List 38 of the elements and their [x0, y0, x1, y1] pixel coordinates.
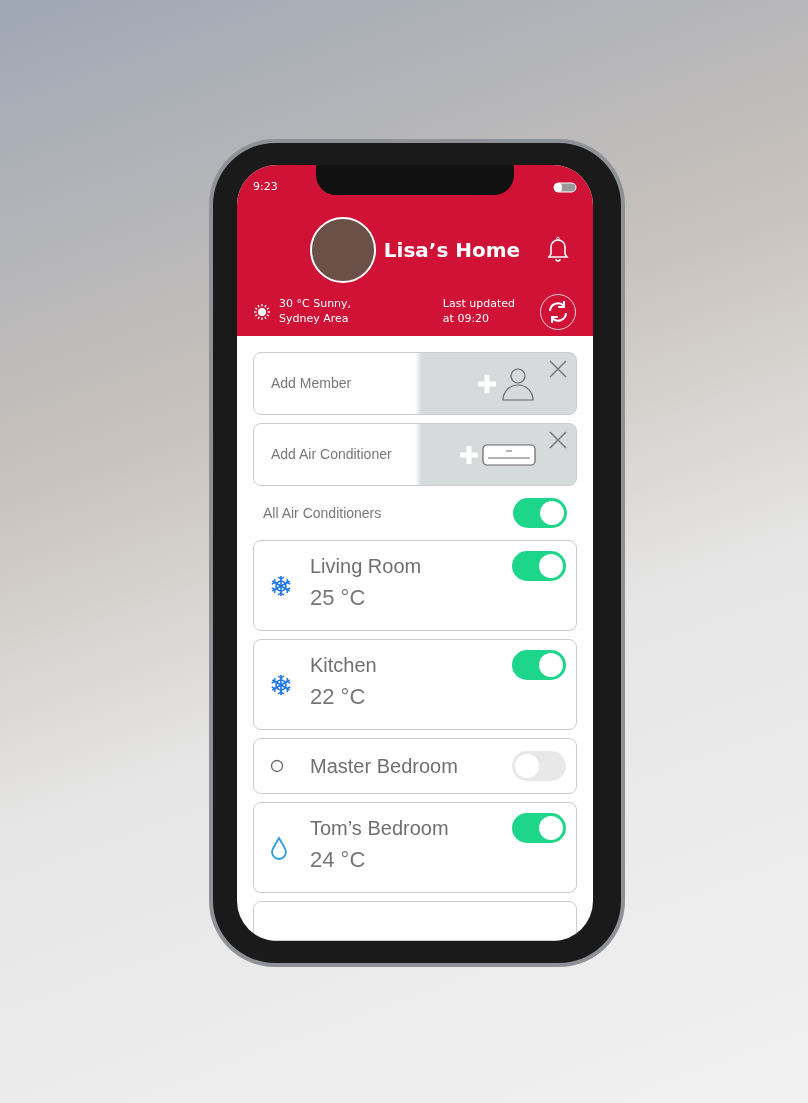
close-icon[interactable]: [548, 359, 568, 379]
room-temperature: 24 °C: [310, 846, 367, 874]
snowflake-icon: [270, 673, 292, 696]
sun-icon: [253, 303, 271, 321]
room-card[interactable]: Tom’s Bedroom 24 °C: [253, 802, 577, 893]
person-icon: [500, 365, 536, 402]
room-name: Tom’s Bedroom: [310, 816, 449, 841]
plus-icon: [458, 443, 480, 466]
add-card-label: Add Member: [271, 374, 353, 393]
room-card[interactable]: Living Room 25 °C: [253, 540, 577, 631]
room-name: Kitchen: [310, 653, 377, 678]
refresh-icon[interactable]: [539, 293, 577, 331]
toggle-switch[interactable]: [513, 498, 567, 528]
last-updated-text: Last updated at 09:20: [442, 297, 515, 327]
room-name: Master Bedroom: [310, 754, 458, 779]
bell-icon[interactable]: [545, 235, 571, 263]
close-icon[interactable]: [548, 430, 568, 450]
home-title: Lisa’s Home: [383, 237, 521, 264]
water-drop-icon: [270, 835, 288, 860]
clock-time: 9:23: [253, 178, 278, 195]
room-temperature: 25 °C: [310, 584, 367, 612]
air-conditioner-icon: [482, 442, 536, 467]
add-card[interactable]: Add Air Conditioner: [253, 423, 577, 486]
room-name: Living Room: [310, 554, 422, 579]
add-card-label: Add Air Conditioner: [271, 445, 393, 464]
room-card[interactable]: Master Bedroom: [253, 738, 577, 794]
toggle-switch[interactable]: [512, 813, 566, 843]
room-card[interactable]: Kitchen 22 °C: [253, 639, 577, 730]
room-temperature: 22 °C: [310, 683, 367, 711]
toggle-switch[interactable]: [512, 551, 566, 581]
weather-text: 30 °C Sunny, Sydney Area: [279, 297, 352, 327]
all-toggle-label: All Air Conditioners: [263, 503, 382, 523]
add-card[interactable]: Add Member: [253, 352, 577, 415]
circle-icon: [270, 759, 284, 773]
battery-icon: [553, 181, 577, 193]
plus-icon: [476, 372, 498, 395]
toggle-switch[interactable]: [512, 650, 566, 680]
snowflake-icon: [270, 574, 292, 597]
